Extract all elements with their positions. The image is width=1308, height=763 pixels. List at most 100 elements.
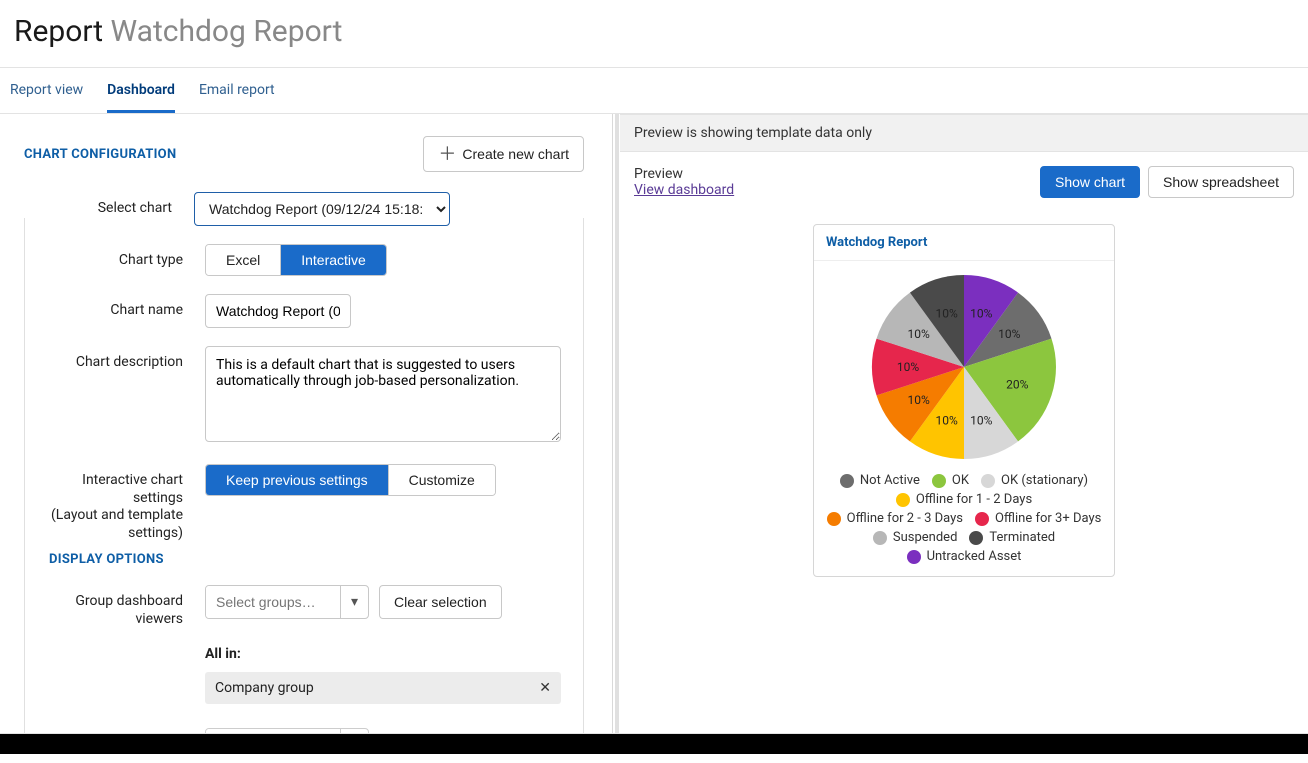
row-chart-type: Chart type Excel Interactive bbox=[35, 244, 559, 276]
preview-label: Preview bbox=[634, 166, 734, 182]
chart-name-label: Chart name bbox=[35, 294, 205, 318]
legend-item: Untracked Asset bbox=[907, 549, 1022, 564]
legend-swatch bbox=[932, 474, 946, 488]
pie-slice-label: 20% bbox=[1006, 377, 1028, 391]
pie-slice-label: 10% bbox=[970, 413, 992, 427]
customize-button[interactable]: Customize bbox=[388, 465, 495, 495]
legend-item: Offline for 2 - 3 Days bbox=[827, 511, 963, 526]
individual-select-input[interactable] bbox=[206, 729, 340, 733]
legend-label: Offline for 2 - 3 Days bbox=[847, 511, 963, 526]
legend-item: OK bbox=[932, 473, 969, 488]
legend-label: Offline for 1 - 2 Days bbox=[916, 492, 1032, 507]
legend-swatch bbox=[896, 493, 910, 507]
tab-dashboard[interactable]: Dashboard bbox=[107, 68, 175, 113]
legend-swatch bbox=[873, 531, 887, 545]
legend-item: Offline for 3+ Days bbox=[975, 511, 1101, 526]
tabs: Report view Dashboard Email report bbox=[0, 68, 1308, 114]
plus-icon: ＋ bbox=[438, 145, 456, 163]
body-row: CHART CONFIGURATION ＋ Create new chart S… bbox=[0, 114, 1308, 734]
legend-label: Terminated bbox=[989, 530, 1055, 545]
legend-swatch bbox=[975, 512, 989, 526]
chart-card-title: Watchdog Report bbox=[814, 225, 1114, 261]
pie-slice-label: 10% bbox=[908, 393, 930, 407]
legend-item: Terminated bbox=[969, 530, 1055, 545]
pie-slice-label: 10% bbox=[908, 327, 930, 341]
row-individual-viewers: Individual dashboard ▾ bbox=[35, 728, 559, 733]
preview-notice: Preview is showing template data only bbox=[620, 115, 1308, 152]
keep-previous-button[interactable]: Keep previous settings bbox=[206, 465, 388, 495]
legend-item: Offline for 1 - 2 Days bbox=[896, 492, 1032, 507]
individual-select-combo[interactable]: ▾ bbox=[205, 728, 369, 733]
legend-swatch bbox=[827, 512, 841, 526]
chart-config-heading: CHART CONFIGURATION bbox=[24, 147, 176, 162]
group-select-input[interactable] bbox=[206, 586, 340, 618]
chart-type-interactive[interactable]: Interactive bbox=[280, 245, 386, 275]
title-main: Watchdog Report bbox=[111, 14, 343, 49]
legend-label: Offline for 3+ Days bbox=[995, 511, 1101, 526]
pie-slice-label: 10% bbox=[998, 327, 1020, 341]
legend-label: OK (stationary) bbox=[1001, 473, 1088, 488]
config-header: CHART CONFIGURATION ＋ Create new chart bbox=[24, 136, 584, 172]
create-new-chart-button[interactable]: ＋ Create new chart bbox=[423, 136, 584, 172]
legend-swatch bbox=[907, 550, 921, 564]
pie-slice-label: 10% bbox=[970, 307, 992, 321]
chevron-down-icon[interactable]: ▾ bbox=[340, 729, 368, 733]
select-chart-dropdown[interactable]: Watchdog Report (09/12/24 15:18:43) bbox=[194, 192, 450, 226]
legend-label: Not Active bbox=[860, 473, 920, 488]
page-title: Report Watchdog Report bbox=[14, 14, 1294, 49]
legend-swatch bbox=[840, 474, 854, 488]
chart-type-label: Chart type bbox=[35, 244, 205, 268]
title-prefix: Report bbox=[14, 14, 103, 49]
pie-slice-label: 10% bbox=[936, 413, 958, 427]
create-new-chart-label: Create new chart bbox=[462, 147, 569, 161]
view-dashboard-link[interactable]: View dashboard bbox=[634, 182, 734, 198]
row-chart-description: Chart description This is a default char… bbox=[35, 346, 559, 446]
legend-item: OK (stationary) bbox=[981, 473, 1088, 488]
row-interactive-settings: Interactive chart settings (Layout and t… bbox=[35, 464, 559, 542]
interactive-settings-toggle: Keep previous settings Customize bbox=[205, 464, 496, 496]
left-pane: CHART CONFIGURATION ＋ Create new chart S… bbox=[0, 114, 612, 733]
page-header: Report Watchdog Report bbox=[0, 0, 1308, 68]
interactive-settings-label: Interactive chart settings (Layout and t… bbox=[35, 464, 205, 542]
group-select-combo[interactable]: ▾ bbox=[205, 585, 369, 619]
legend-label: OK bbox=[952, 473, 969, 488]
close-icon[interactable]: ✕ bbox=[539, 680, 551, 696]
tab-email-report[interactable]: Email report bbox=[199, 68, 275, 113]
legend-item: Suspended bbox=[873, 530, 958, 545]
group-chip-label: Company group bbox=[215, 680, 314, 696]
chart-desc-label: Chart description bbox=[35, 346, 205, 370]
display-options-heading: DISPLAY OPTIONS bbox=[49, 552, 559, 567]
row-group-viewers: Group dashboard viewers ▾ Clear selectio… bbox=[35, 585, 559, 628]
clear-selection-button[interactable]: Clear selection bbox=[379, 585, 502, 619]
select-chart-label: Select chart bbox=[24, 192, 194, 216]
individual-viewers-label: Individual dashboard bbox=[35, 728, 205, 733]
chart-desc-textarea[interactable]: This is a default chart that is suggeste… bbox=[205, 346, 561, 442]
footer-black bbox=[0, 734, 1308, 754]
show-chart-button[interactable]: Show chart bbox=[1040, 166, 1140, 198]
pie-slice-label: 10% bbox=[936, 307, 958, 321]
legend-label: Untracked Asset bbox=[927, 549, 1022, 564]
all-in-label: All in: bbox=[205, 646, 561, 662]
chart-body: 10% 20% 10% 10% 10% 10% 10% 10% 10% Not Active OK… bbox=[814, 261, 1114, 576]
pie-slice-label: 10% bbox=[897, 360, 919, 374]
pane-splitter[interactable] bbox=[612, 114, 620, 733]
chart-card: Watchdog Report 10%20%10%10%10%10%10%10%… bbox=[813, 224, 1115, 577]
chart-legend: Not Active OK OK (stationary) Offline for 1… bbox=[814, 469, 1114, 564]
preview-header: Preview View dashboard Show chart Show s… bbox=[620, 152, 1308, 204]
legend-label: Suspended bbox=[893, 530, 958, 545]
chart-name-input[interactable] bbox=[205, 294, 351, 328]
row-chart-name: Chart name bbox=[35, 294, 559, 328]
pie-chart: 10% 20% 10% 10% 10% 10% 10% 10% 10% bbox=[859, 269, 1069, 469]
chart-type-excel[interactable]: Excel bbox=[206, 245, 280, 275]
legend-item: Not Active bbox=[840, 473, 920, 488]
chart-config-box: Chart type Excel Interactive Chart name … bbox=[24, 218, 584, 733]
show-spreadsheet-button[interactable]: Show spreadsheet bbox=[1148, 166, 1294, 198]
legend-swatch bbox=[981, 474, 995, 488]
chart-type-toggle: Excel Interactive bbox=[205, 244, 387, 276]
group-chip: Company group ✕ bbox=[205, 672, 561, 704]
tab-report-view[interactable]: Report view bbox=[10, 68, 83, 113]
legend-swatch bbox=[969, 531, 983, 545]
chevron-down-icon[interactable]: ▾ bbox=[340, 586, 368, 618]
group-viewers-label: Group dashboard viewers bbox=[35, 585, 205, 628]
row-all-in: All in: Company group ✕ bbox=[35, 640, 559, 704]
